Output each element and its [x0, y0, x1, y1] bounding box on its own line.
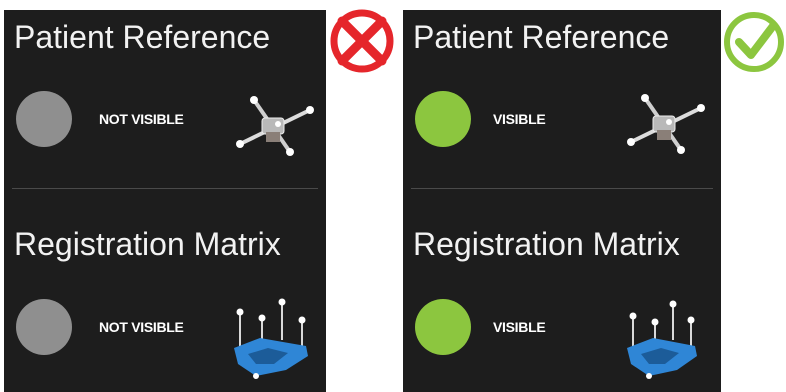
green-check-icon	[724, 12, 784, 72]
section-divider	[12, 188, 318, 189]
registration-matrix-indicator	[415, 299, 471, 355]
left-status-panel: Patient Reference NOT VISIBLE Registrati…	[4, 10, 326, 392]
patient-reference-title: Patient Reference	[413, 19, 670, 55]
registration-matrix-icon	[627, 300, 697, 379]
patient-reference-status: VISIBLE	[493, 111, 546, 127]
registration-matrix-status: VISIBLE	[493, 319, 546, 335]
patient-reference-title: Patient Reference	[14, 19, 271, 55]
patient-reference-array-icon	[627, 94, 705, 154]
registration-matrix-status: NOT VISIBLE	[99, 319, 184, 335]
right-status-panel: Patient Reference VISIBLE Registration M…	[403, 10, 721, 392]
registration-matrix-icon	[234, 298, 308, 379]
section-divider	[411, 188, 713, 189]
patient-reference-array-icon	[236, 96, 314, 156]
patient-reference-status: NOT VISIBLE	[99, 111, 184, 127]
registration-matrix-title: Registration Matrix	[14, 226, 281, 262]
patient-reference-indicator	[415, 91, 471, 147]
registration-matrix-indicator	[16, 299, 72, 355]
patient-reference-indicator	[16, 91, 72, 147]
registration-matrix-title: Registration Matrix	[413, 226, 680, 262]
red-x-icon	[330, 9, 394, 73]
